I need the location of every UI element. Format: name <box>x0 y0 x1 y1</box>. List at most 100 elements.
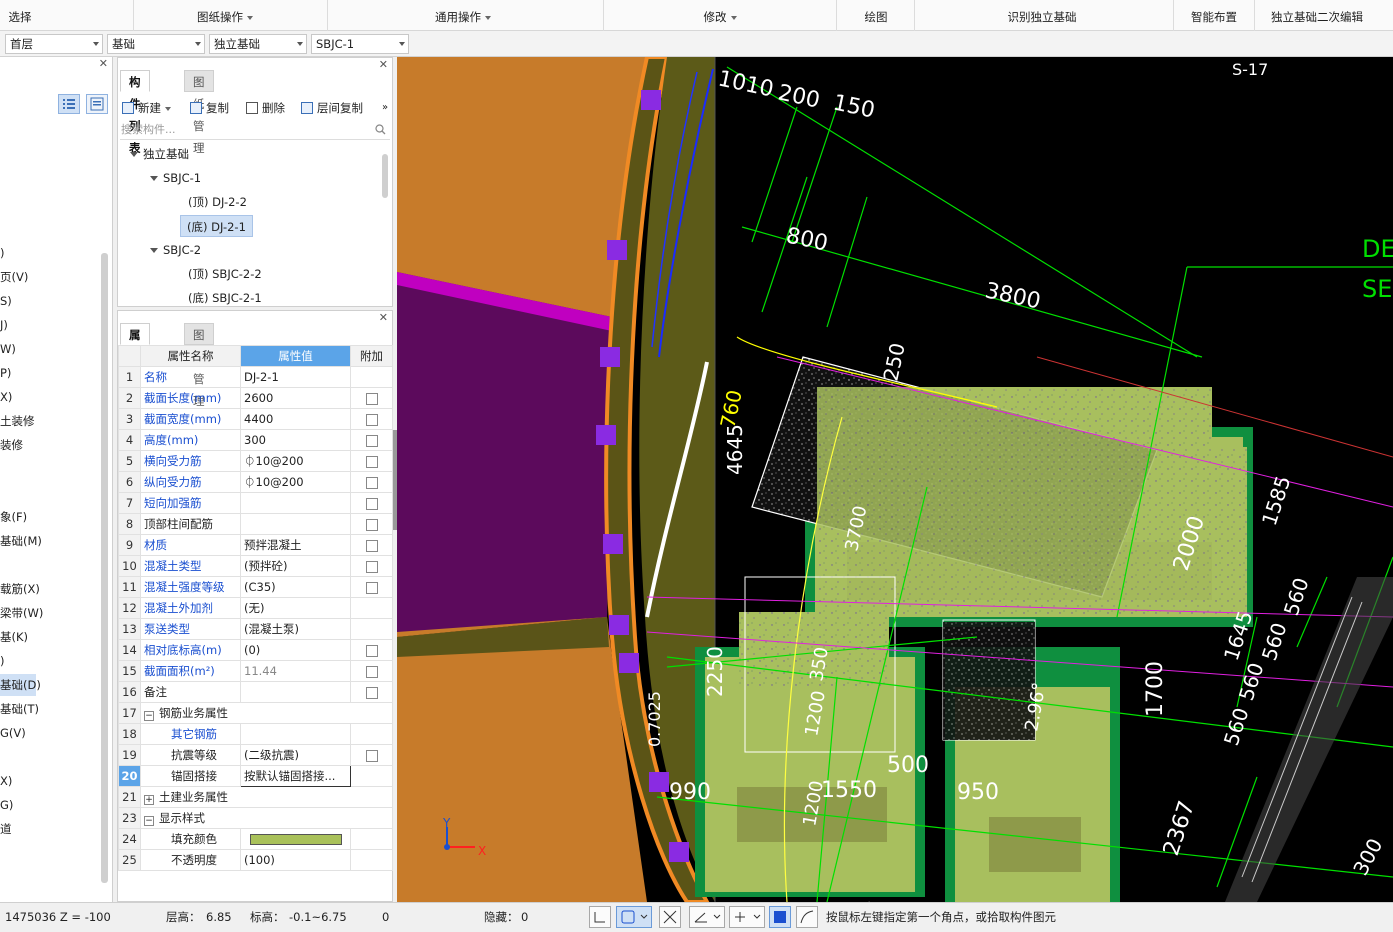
property-row[interactable]: 8 顶部柱间配筋 <box>118 513 393 535</box>
property-row[interactable]: 7 短向加强筋 <box>118 492 393 514</box>
ribbon-identify-foundation[interactable]: 识别独立基础 <box>990 0 1094 31</box>
property-value[interactable]: DJ-2-1 <box>240 366 351 388</box>
nav-item[interactable]: 基础(T) <box>0 698 39 720</box>
property-value[interactable]: (无) <box>240 597 351 619</box>
property-value[interactable]: 4400 <box>240 408 351 430</box>
tree-node-leaf[interactable]: (底) SBJC-2-1 <box>188 287 262 309</box>
fill-color-value[interactable] <box>240 828 351 850</box>
property-row[interactable]: 15 截面面积(m²) 11.44 <box>118 660 393 682</box>
property-row[interactable]: 5 横向受力筋 ⏀10@200 <box>118 450 393 472</box>
category-select[interactable]: 基础 <box>107 34 205 54</box>
tab-component-list[interactable]: 构件列表 <box>120 70 150 155</box>
cross-select-icon[interactable] <box>659 906 681 928</box>
extra-checkbox[interactable] <box>365 413 378 426</box>
property-value[interactable]: (混凝土泵) <box>240 618 351 640</box>
nav-item[interactable]: ) <box>0 650 5 672</box>
nav-item[interactable]: S) <box>0 290 12 312</box>
tree-node-leaf[interactable]: (顶) DJ-2-2 <box>188 191 247 213</box>
select-box-icon[interactable] <box>616 906 652 928</box>
list-view-icon[interactable] <box>58 94 80 114</box>
component-list-scrollbar[interactable] <box>382 154 388 198</box>
ribbon-modify[interactable]: 修改 <box>690 0 750 31</box>
tree-node-root[interactable]: 独立基础 <box>130 143 189 165</box>
property-row[interactable]: 11 混凝土强度等级 (C35) <box>118 576 393 598</box>
property-value[interactable]: 300 <box>240 429 351 451</box>
nav-item[interactable]: 基(K) <box>0 626 28 648</box>
ribbon-general-ops[interactable]: 通用操作 <box>418 0 508 31</box>
property-value[interactable] <box>240 723 351 745</box>
nav-item[interactable]: X) <box>0 770 12 792</box>
close-icon[interactable]: ✕ <box>379 311 388 324</box>
property-value[interactable]: 预拌混凝土 <box>240 534 351 556</box>
property-row[interactable]: 4 高度(mm) 300 <box>118 429 393 451</box>
nav-item[interactable]: P) <box>0 362 11 384</box>
property-row[interactable]: 14 相对底标高(m) (0) <box>118 639 393 661</box>
tree-node-group[interactable]: SBJC-2 <box>150 239 201 261</box>
property-value[interactable]: (C35) <box>240 576 351 598</box>
property-row[interactable]: 9 材质 预拌混凝土 <box>118 534 393 556</box>
property-value[interactable]: (二级抗震) <box>240 744 351 766</box>
detail-view-icon[interactable] <box>86 94 108 114</box>
collapse-icon[interactable]: − <box>144 816 154 826</box>
property-group[interactable]: − 钢筋业务属性 <box>140 702 393 724</box>
extra-checkbox[interactable] <box>365 476 378 489</box>
property-value[interactable] <box>240 513 351 535</box>
property-value[interactable]: ⏀10@200 <box>240 471 351 493</box>
property-group[interactable]: − 显示样式 <box>140 807 393 829</box>
close-icon[interactable]: ✕ <box>379 58 388 71</box>
nav-item[interactable]: ) <box>0 242 5 264</box>
extra-checkbox[interactable] <box>365 497 378 510</box>
property-row[interactable]: 12 混凝土外加剂 (无) <box>118 597 393 619</box>
extra-checkbox[interactable] <box>365 644 378 657</box>
ribbon-drawing-ops[interactable]: 图纸操作 <box>180 0 270 31</box>
tree-node-leaf-selected[interactable]: (底) DJ-2-1 <box>180 215 253 237</box>
property-row[interactable]: 16 备注 <box>118 681 393 703</box>
orthogonal-icon[interactable] <box>589 906 611 928</box>
property-value[interactable]: ⏀10@200 <box>240 450 351 472</box>
nav-item[interactable]: 装修 <box>0 434 23 456</box>
snap-icon[interactable] <box>769 906 791 928</box>
ribbon-draw[interactable]: 绘图 <box>852 0 900 31</box>
property-value-input[interactable]: 按默认锚固搭接... <box>240 765 351 787</box>
offset-icon[interactable] <box>729 906 765 928</box>
drawing-canvas[interactable]: S-17 1010 200 150 800 3800 250 760 4645 … <box>397 57 1393 902</box>
extra-checkbox[interactable] <box>365 560 378 573</box>
property-group-row[interactable]: 21 + 土建业务属性 <box>118 786 393 808</box>
extra-checkbox[interactable] <box>365 539 378 552</box>
property-row[interactable]: 18 其它钢筋 <box>118 723 393 745</box>
extra-checkbox[interactable] <box>365 434 378 447</box>
nav-item[interactable]: 载筋(X) <box>0 578 40 600</box>
delete-button[interactable]: 删除 <box>246 98 285 118</box>
property-group-row[interactable]: 23− 显示样式 <box>118 807 393 829</box>
nav-item[interactable]: J) <box>0 314 8 336</box>
nav-item[interactable]: 基础(M) <box>0 530 42 552</box>
arc-icon[interactable] <box>796 906 818 928</box>
collapse-icon[interactable]: − <box>144 711 154 721</box>
property-group[interactable]: + 土建业务属性 <box>140 786 393 808</box>
more-button[interactable]: » <box>382 98 388 118</box>
left-nav-scrollbar[interactable] <box>101 253 108 883</box>
search-input[interactable]: 搜索构件... <box>120 120 390 140</box>
ribbon-foundation-secondary-edit[interactable]: 独立基础二次编辑 <box>1262 0 1372 31</box>
property-row[interactable]: 24 填充颜色 <box>118 828 393 850</box>
nav-item[interactable]: G(V) <box>0 722 26 744</box>
nav-item[interactable]: 象(F) <box>0 506 27 528</box>
close-icon[interactable]: ✕ <box>99 57 108 70</box>
extra-checkbox[interactable] <box>365 392 378 405</box>
nav-item-selected[interactable]: 基础(D) <box>0 674 41 696</box>
extra-checkbox[interactable] <box>365 749 378 762</box>
property-row[interactable]: 3 截面宽度(mm) 4400 <box>118 408 393 430</box>
property-row[interactable]: 1 名称 DJ-2-1 <box>118 366 393 388</box>
copy-button[interactable]: 复制 <box>190 98 229 118</box>
floor-select[interactable]: 首层 <box>5 34 103 54</box>
tab-property-list[interactable]: 属性列表 <box>120 323 150 408</box>
extra-checkbox[interactable] <box>365 581 378 594</box>
property-value[interactable]: 2600 <box>240 387 351 409</box>
expand-icon[interactable]: + <box>144 795 154 805</box>
nav-item[interactable]: X) <box>0 386 12 408</box>
type-select[interactable]: 独立基础 <box>209 34 307 54</box>
nav-item[interactable]: 梁带(W) <box>0 602 43 624</box>
property-row[interactable]: 10 混凝土类型 (预拌砼) <box>118 555 393 577</box>
property-value[interactable] <box>240 681 351 703</box>
property-row[interactable]: 19 抗震等级 (二级抗震) <box>118 744 393 766</box>
